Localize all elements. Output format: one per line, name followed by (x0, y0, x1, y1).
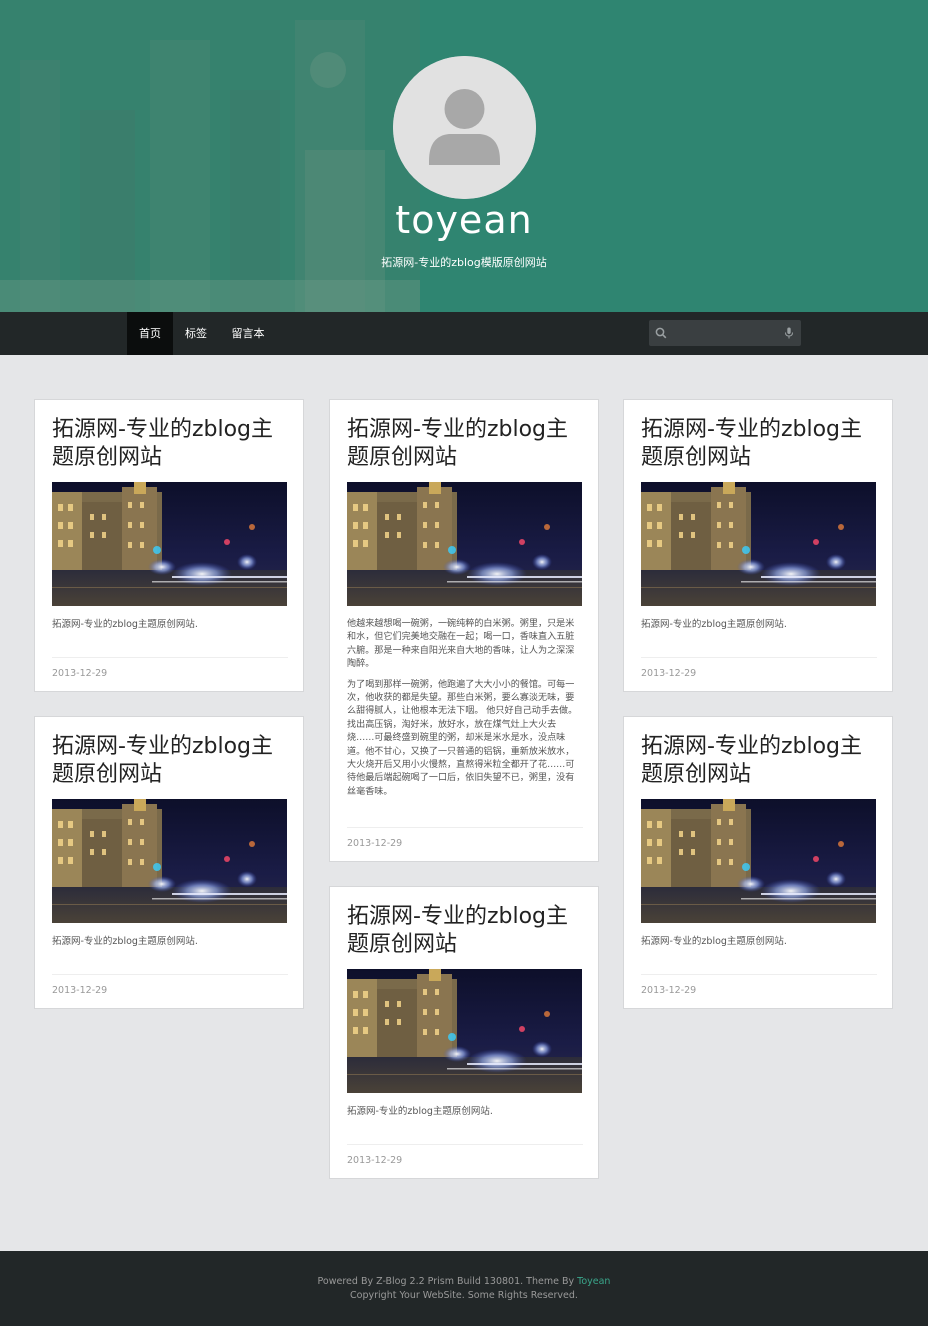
post-thumbnail[interactable] (641, 799, 876, 923)
nav-item-guestbook[interactable]: 留言本 (219, 312, 277, 355)
main-nav: 首页 标签 留言本 (0, 312, 928, 355)
site-header: toyean 拓源网-专业的zblog模版原创网站 (0, 0, 928, 312)
avatar[interactable] (393, 56, 536, 199)
post-thumbnail[interactable] (347, 482, 582, 606)
post-date: 2013-12-29 (641, 985, 697, 996)
site-footer: Powered By Z-Blog 2.2 Prism Build 130801… (0, 1251, 928, 1326)
post-thumbnail[interactable] (347, 969, 582, 1093)
theme-author-link[interactable]: Toyean (577, 1276, 610, 1287)
post-card: 拓源网-专业的zblog主题原创网站 他越来越想喝一碗粥，一碗纯粹的白米粥。粥里… (329, 399, 599, 862)
divider (52, 974, 288, 975)
post-thumbnail[interactable] (52, 799, 287, 923)
post-card: 拓源网-专业的zblog主题原创网站 拓源网-专业的zblog主题原创网站. 2… (34, 716, 304, 1009)
search-box (649, 320, 801, 346)
post-card: 拓源网-专业的zblog主题原创网站 拓源网-专业的zblog主题原创网站. 2… (623, 716, 893, 1009)
post-excerpt: 他越来越想喝一碗粥，一碗纯粹的白米粥。粥里，只是米和水，但它们完美地交融在一起；… (347, 619, 578, 797)
nav-item-home[interactable]: 首页 (127, 312, 173, 355)
divider (641, 974, 877, 975)
divider (52, 657, 288, 658)
post-date: 2013-12-29 (52, 668, 108, 679)
post-card: 拓源网-专业的zblog主题原创网站 拓源网-专业的zblog主题原创网站. 2… (329, 886, 599, 1179)
site-title[interactable]: toyean (0, 198, 928, 242)
post-excerpt: 拓源网-专业的zblog主题原创网站. (52, 936, 198, 947)
post-title[interactable]: 拓源网-专业的zblog主题原创网站 (347, 903, 583, 959)
post-title[interactable]: 拓源网-专业的zblog主题原创网站 (347, 416, 583, 472)
footer-powered-line: Powered By Z-Blog 2.2 Prism Build 130801… (0, 1276, 928, 1287)
post-title[interactable]: 拓源网-专业的zblog主题原创网站 (641, 733, 877, 789)
post-title[interactable]: 拓源网-专业的zblog主题原创网站 (52, 733, 288, 789)
post-card: 拓源网-专业的zblog主题原创网站 拓源网-专业的zblog主题原创网站. 2… (623, 399, 893, 692)
post-date: 2013-12-29 (347, 838, 403, 849)
divider (641, 657, 877, 658)
post-excerpt: 拓源网-专业的zblog主题原创网站. (347, 1106, 493, 1117)
search-icon[interactable] (651, 320, 671, 346)
post-card: 拓源网-专业的zblog主题原创网站 拓源网-专业的zblog主题原创网站. 2… (34, 399, 304, 692)
post-title[interactable]: 拓源网-专业的zblog主题原创网站 (641, 416, 877, 472)
divider (347, 827, 583, 828)
post-date: 2013-12-29 (347, 1155, 403, 1166)
post-title[interactable]: 拓源网-专业的zblog主题原创网站 (52, 416, 288, 472)
user-icon (393, 56, 536, 199)
copyright-text: Copyright Your WebSite. Some Rights Rese… (350, 1290, 578, 1301)
post-date: 2013-12-29 (52, 985, 108, 996)
post-excerpt: 拓源网-专业的zblog主题原创网站. (641, 936, 787, 947)
divider (347, 1144, 583, 1145)
site-subtitle: 拓源网-专业的zblog模版原创网站 (381, 256, 547, 269)
post-thumbnail[interactable] (641, 482, 876, 606)
microphone-icon[interactable] (779, 320, 799, 346)
post-thumbnail[interactable] (52, 482, 287, 606)
powered-by-text: Powered By Z-Blog 2.2 Prism Build 130801… (317, 1276, 578, 1287)
search-input[interactable] (671, 323, 779, 343)
nav-item-tags[interactable]: 标签 (173, 312, 219, 355)
post-date: 2013-12-29 (641, 668, 697, 679)
post-excerpt: 拓源网-专业的zblog主题原创网站. (641, 619, 787, 630)
post-excerpt: 拓源网-专业的zblog主题原创网站. (52, 619, 198, 630)
